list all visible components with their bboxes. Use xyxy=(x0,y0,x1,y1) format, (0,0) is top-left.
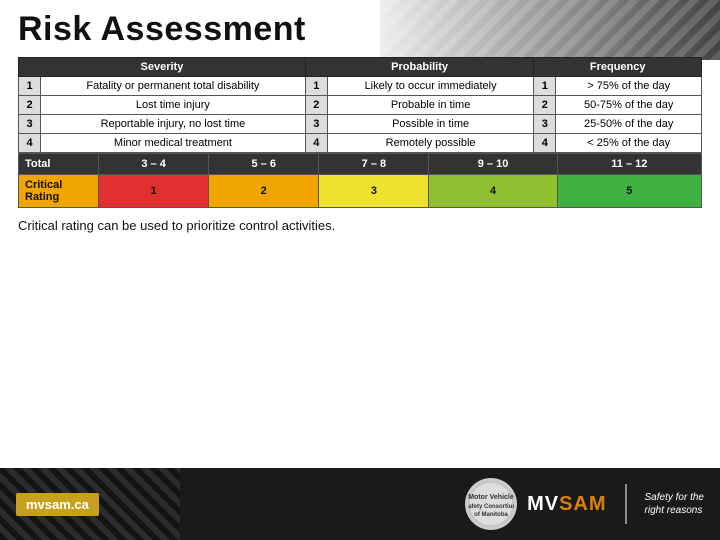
sev-num: 3 xyxy=(19,115,41,134)
logo-circle: Motor Vehicle Safety Consortium of Manit… xyxy=(465,478,517,530)
prob-num: 2 xyxy=(305,96,327,115)
critical-value-4: 4 xyxy=(429,175,557,208)
sev-num: 1 xyxy=(19,77,41,96)
caption-text: Critical rating can be used to prioritiz… xyxy=(18,218,702,233)
sev-num: 4 xyxy=(19,134,41,153)
logo-sam: SAM xyxy=(559,493,606,515)
critical-value-1: 1 xyxy=(99,175,209,208)
table-row: 4 Minor medical treatment 4 Remotely pos… xyxy=(19,134,702,153)
freq-text: < 25% of the day xyxy=(556,134,702,153)
range-1: 3 – 4 xyxy=(99,154,209,175)
prob-text: Likely to occur immediately xyxy=(327,77,534,96)
prob-num: 1 xyxy=(305,77,327,96)
critical-value-2: 2 xyxy=(209,175,319,208)
prob-text: Possible in time xyxy=(327,115,534,134)
range-4: 9 – 10 xyxy=(429,154,557,175)
frequency-header: Frequency xyxy=(534,58,702,77)
prob-num: 3 xyxy=(305,115,327,134)
critical-rating-row: Critical Rating 1 2 3 4 5 xyxy=(19,175,702,208)
table-row: 1 Fatality or permanent total disability… xyxy=(19,77,702,96)
freq-text: > 75% of the day xyxy=(556,77,702,96)
range-3: 7 – 8 xyxy=(319,154,429,175)
logo-divider xyxy=(625,484,627,524)
freq-text: 50-75% of the day xyxy=(556,96,702,115)
risk-table: Severity Probability Frequency 1 Fatalit… xyxy=(18,57,702,153)
prob-text: Remotely possible xyxy=(327,134,534,153)
sev-text: Lost time injury xyxy=(41,96,306,115)
table-row: 2 Lost time injury 2 Probable in time 2 … xyxy=(19,96,702,115)
logo-name: MVSAM xyxy=(527,493,606,516)
svg-text:of Manitoba: of Manitoba xyxy=(474,512,508,518)
bottom-bar: mvsam.ca Motor Vehicle Safety Consortium… xyxy=(0,468,720,540)
prob-text: Probable in time xyxy=(327,96,534,115)
page-wrapper: Risk Assessment Severity Probability Fre… xyxy=(0,0,720,540)
sev-num: 2 xyxy=(19,96,41,115)
svg-text:Motor Vehicle: Motor Vehicle xyxy=(468,494,514,501)
freq-text: 25-50% of the day xyxy=(556,115,702,134)
freq-num: 3 xyxy=(534,115,556,134)
severity-header: Severity xyxy=(19,58,306,77)
critical-value-5: 5 xyxy=(557,175,701,208)
sev-text: Minor medical treatment xyxy=(41,134,306,153)
total-row: Total 3 – 4 5 – 6 7 – 8 9 – 10 11 – 12 xyxy=(19,154,702,175)
logo-area: Motor Vehicle Safety Consortium of Manit… xyxy=(465,478,704,530)
sev-text: Fatality or permanent total disability xyxy=(41,77,306,96)
sev-text: Reportable injury, no lost time xyxy=(41,115,306,134)
probability-header: Probability xyxy=(305,58,534,77)
tagline-line1: Safety for the xyxy=(645,491,704,504)
tagline-line2: right reasons xyxy=(645,504,704,517)
website-url: mvsam.ca xyxy=(16,493,99,516)
logo-mv: MV xyxy=(527,493,559,515)
range-2: 5 – 6 xyxy=(209,154,319,175)
logo-text-area: MVSAM xyxy=(527,493,606,516)
freq-num: 2 xyxy=(534,96,556,115)
range-5: 11 – 12 xyxy=(557,154,701,175)
total-label: Total xyxy=(19,154,99,175)
critical-rating-label: Critical Rating xyxy=(19,175,99,208)
total-table: Total 3 – 4 5 – 6 7 – 8 9 – 10 11 – 12 C… xyxy=(18,153,702,208)
logo-tagline: Safety for the right reasons xyxy=(645,491,704,517)
freq-num: 4 xyxy=(534,134,556,153)
table-row: 3 Reportable injury, no lost time 3 Poss… xyxy=(19,115,702,134)
main-content: Risk Assessment Severity Probability Fre… xyxy=(0,0,720,233)
svg-text:Safety Consortium: Safety Consortium xyxy=(468,504,514,510)
prob-num: 4 xyxy=(305,134,327,153)
freq-num: 1 xyxy=(534,77,556,96)
critical-value-3: 3 xyxy=(319,175,429,208)
page-title: Risk Assessment xyxy=(18,10,702,49)
